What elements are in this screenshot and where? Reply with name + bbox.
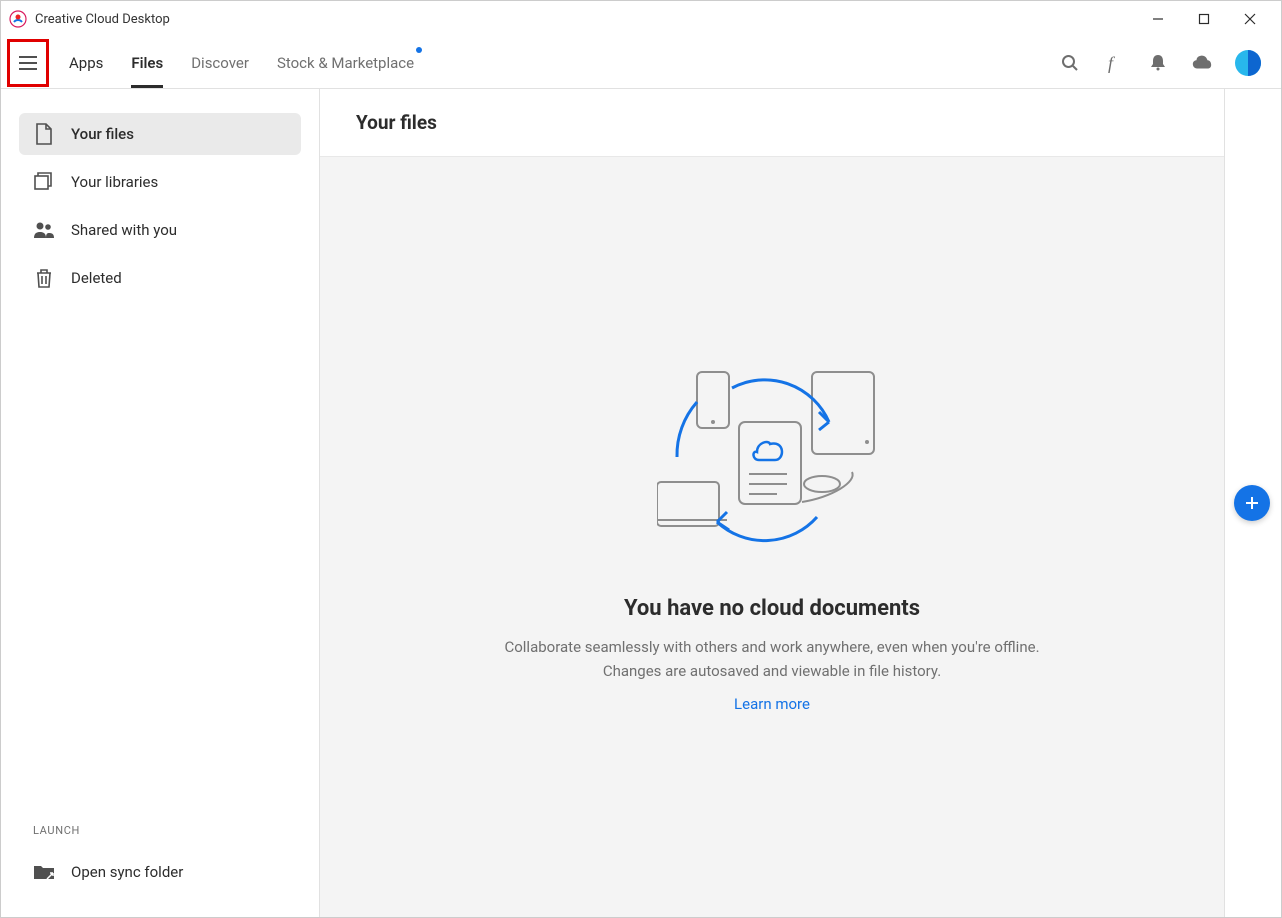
notification-dot-icon xyxy=(416,47,422,53)
sidebar-item-label: Your libraries xyxy=(71,173,158,191)
main-panel: Your files xyxy=(319,89,1225,917)
app-logo-icon xyxy=(9,10,27,28)
cloud-sync-icon[interactable] xyxy=(1191,52,1213,74)
minimize-button[interactable] xyxy=(1135,1,1181,37)
launch-section-label: LAUNCH xyxy=(19,824,301,851)
sidebar-item-your-libraries[interactable]: Your libraries xyxy=(19,161,301,203)
open-sync-folder[interactable]: Open sync folder xyxy=(19,851,301,893)
sidebar: Your files Your libraries Shared with yo… xyxy=(1,89,319,917)
tab-files[interactable]: Files xyxy=(117,37,177,88)
shared-icon xyxy=(33,219,55,241)
tab-apps[interactable]: Apps xyxy=(55,37,117,88)
add-fab-button[interactable] xyxy=(1234,485,1270,521)
tab-stock-marketplace[interactable]: Stock & Marketplace xyxy=(263,37,428,88)
close-button[interactable] xyxy=(1227,1,1273,37)
notifications-bell-icon[interactable] xyxy=(1147,52,1169,74)
libraries-icon xyxy=(33,171,55,193)
empty-description: Collaborate seamlessly with others and w… xyxy=(492,635,1052,683)
search-icon[interactable] xyxy=(1059,52,1081,74)
sidebar-item-label: Deleted xyxy=(71,269,122,287)
user-avatar[interactable] xyxy=(1235,50,1261,76)
fonts-icon[interactable]: f xyxy=(1103,52,1125,74)
sidebar-item-deleted[interactable]: Deleted xyxy=(19,257,301,299)
main-header: Your files xyxy=(320,89,1224,157)
tab-discover[interactable]: Discover xyxy=(177,37,263,88)
window-title: Creative Cloud Desktop xyxy=(35,12,170,27)
sidebar-item-your-files[interactable]: Your files xyxy=(19,113,301,155)
empty-heading: You have no cloud documents xyxy=(624,596,920,621)
content-area: Your files Your libraries Shared with yo… xyxy=(1,89,1281,917)
titlebar: Creative Cloud Desktop xyxy=(1,1,1281,37)
menu-highlight xyxy=(7,39,49,87)
sidebar-item-label: Shared with you xyxy=(71,221,177,239)
maximize-button[interactable] xyxy=(1181,1,1227,37)
svg-text:f: f xyxy=(1108,53,1116,73)
page-title: Your files xyxy=(356,111,437,134)
sidebar-item-shared[interactable]: Shared with you xyxy=(19,209,301,251)
file-icon xyxy=(33,123,55,145)
sync-folder-icon xyxy=(33,861,55,883)
top-nav: Apps Files Discover Stock & Marketplace … xyxy=(1,37,1281,89)
sidebar-item-label: Open sync folder xyxy=(71,863,183,881)
trash-icon xyxy=(33,267,55,289)
hamburger-menu-icon[interactable] xyxy=(19,56,37,70)
learn-more-link[interactable]: Learn more xyxy=(734,695,810,713)
empty-state: You have no cloud documents Collaborate … xyxy=(320,157,1224,917)
sidebar-item-label: Your files xyxy=(71,125,134,143)
plus-icon xyxy=(1244,495,1260,511)
empty-illustration-icon xyxy=(657,362,887,566)
